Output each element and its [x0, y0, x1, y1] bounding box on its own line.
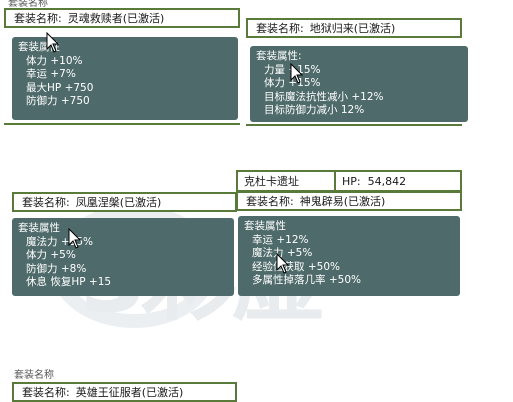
mouse-cursor-icon: [276, 253, 290, 274]
set3-attr-panel: 套装属性 魔法力 +15% 体力 +5% 防御力 +8% 休息 恢复HP +15: [12, 218, 234, 296]
mouse-cursor-icon: [290, 63, 304, 84]
set4-hp-value: 54,842: [367, 174, 407, 188]
set2-attr-row: 目标防御力减小 12%: [264, 104, 365, 116]
set1-attr-row: 幸运 +7%: [26, 68, 76, 80]
set2-name-label: 套装名称:: [256, 22, 304, 35]
set2-attr-row: 目标魔法抗性减小 +12%: [264, 90, 384, 103]
mouse-cursor-icon: [68, 228, 82, 249]
set3-attr-row: 魔法力 +15%: [26, 235, 93, 248]
set4-hp-label: HP:: [342, 174, 361, 188]
set4-attr-row: 多属性掉落几率 +50%: [252, 274, 361, 286]
set1-name-label: 套装名称:: [14, 12, 62, 25]
set1-attr-row: 体力 +10%: [26, 54, 83, 67]
set5-name-label: 套装名称:: [22, 386, 70, 399]
set4-attr-header: 套装属性: [244, 220, 286, 232]
set1-attr-row: 最大HP +750: [26, 81, 94, 94]
set3-attr-row: 体力 +5%: [26, 249, 76, 261]
set1-name-value: 灵魂救赎者(已激活): [67, 12, 165, 25]
set4-name-value: 神鬼辟易(已激活): [299, 195, 386, 208]
mouse-cursor-icon: [46, 32, 60, 53]
set3-name-value: 凤凰涅槃(已激活): [75, 196, 162, 209]
set2-attr-panel: 套装属性: 力量 +15% 体力 +15% 目标魔法抗性减小 +12% 目标防御…: [250, 46, 468, 122]
set5-name-row: 套装名称: 英雄王征服者(已激活): [12, 382, 237, 402]
set2-name-value: 地狱归来(已激活): [309, 22, 396, 35]
set2-name-row: 套装名称: 地狱归来(已激活): [246, 18, 462, 38]
set2-attr-row: 力量 +15%: [264, 63, 321, 76]
set4-attr-panel: 套装属性 幸运 +12% 魔法力 +5% 经验值获取 +50% 多属性掉落几率 …: [238, 216, 460, 296]
set4-name-label: 套装名称:: [246, 195, 294, 208]
set2-bottom-border: [246, 124, 462, 126]
set4-name-row: 套装名称: 神鬼辟易(已激活): [236, 191, 462, 211]
set3-attr-row: 休息 恢复HP +15: [26, 276, 112, 288]
set2-attr-row: 体力 +15%: [264, 77, 321, 89]
set1-bottom-border: [4, 123, 240, 125]
set3-attr-header: 套装属性: [18, 222, 60, 234]
bottom-fragment-text: 套装名称: [14, 370, 54, 381]
set3-attr-row: 防御力 +8%: [26, 262, 87, 275]
set3-name-label: 套装名称:: [22, 196, 70, 209]
set4-location-row: 克杜卡遗址 HP: 54,842: [236, 170, 462, 192]
set4-location: 克杜卡遗址: [244, 175, 299, 188]
set3-name-row: 套装名称: 凤凰涅槃(已激活): [12, 192, 237, 212]
set4-hp-cell: HP: 54,842: [334, 172, 460, 190]
set5-name-value: 英雄王征服者(已激活): [75, 386, 184, 399]
set1-name-row: 套装名称: 灵魂救赎者(已激活): [4, 8, 240, 28]
set4-attr-row: 幸运 +12%: [252, 233, 309, 246]
set2-attr-header: 套装属性:: [256, 50, 302, 62]
set1-attr-row: 防御力 +750: [26, 95, 90, 107]
